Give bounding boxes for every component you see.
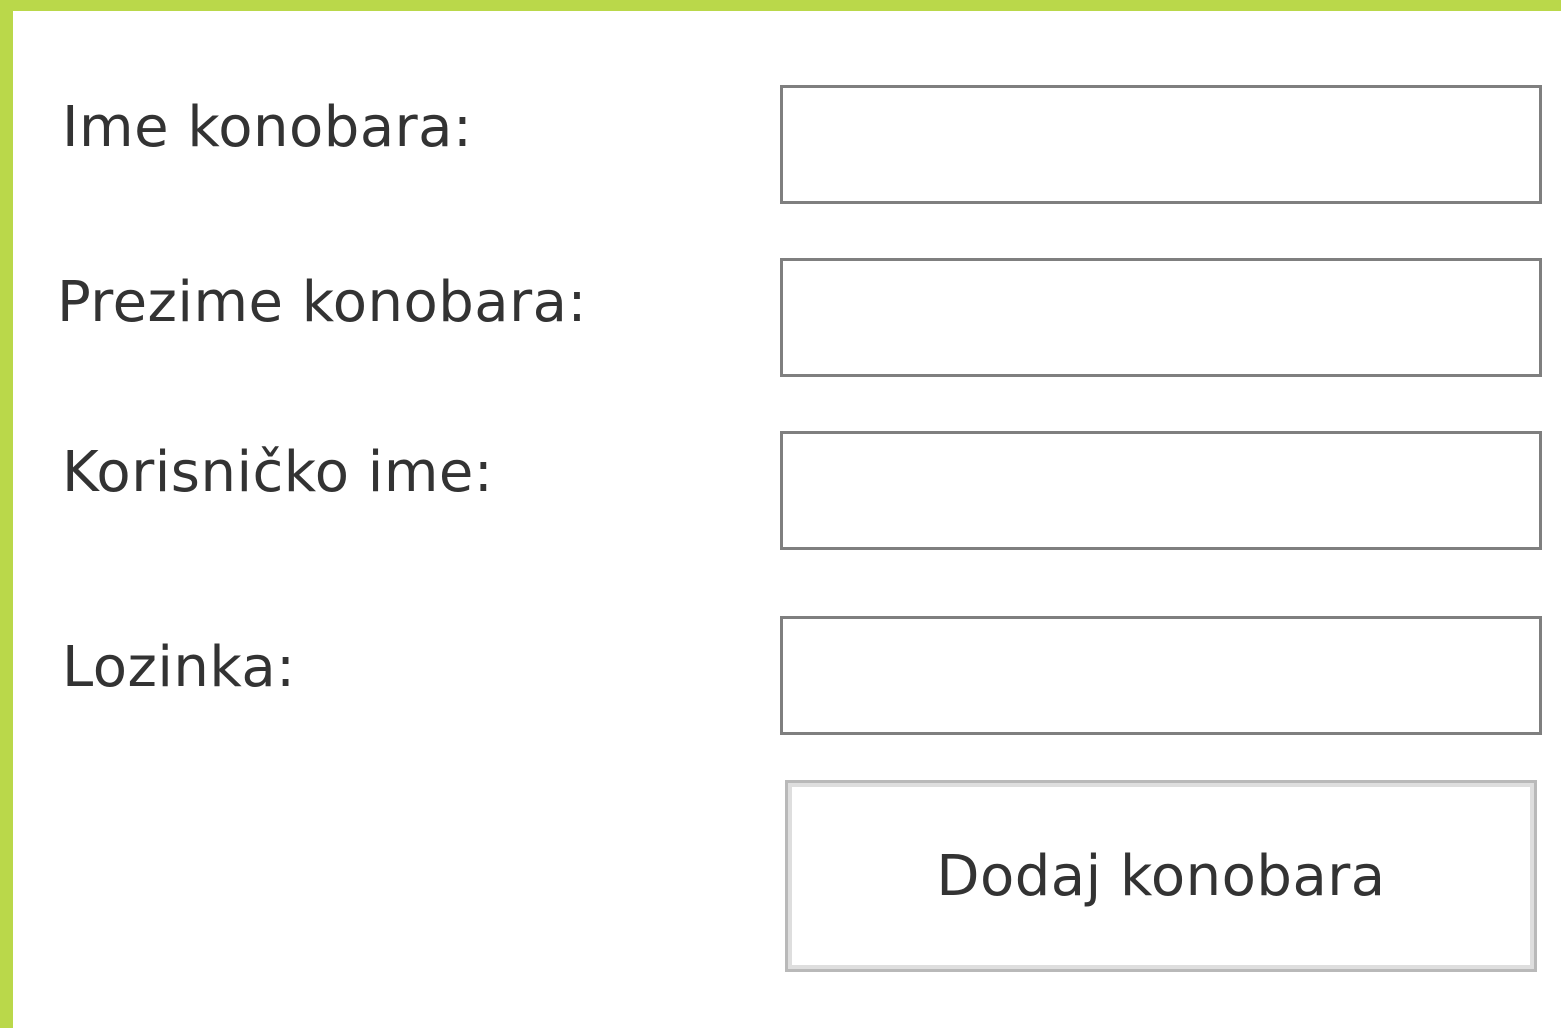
add-waiter-button[interactable]: Dodaj konobara [785,780,1537,972]
username-input[interactable] [780,431,1542,550]
add-waiter-form: Ime konobara: Prezime konobara: Korisnič… [0,0,1561,1028]
password-input[interactable] [780,616,1542,735]
frame-border-left [0,0,13,1028]
username-label: Korisničko ime: [62,440,494,505]
first-name-input[interactable] [780,85,1542,204]
last-name-label: Prezime konobara: [57,270,587,335]
last-name-input[interactable] [780,258,1542,377]
password-label: Lozinka: [62,635,296,700]
frame-border-top [0,0,1561,11]
first-name-label: Ime konobara: [62,95,473,160]
